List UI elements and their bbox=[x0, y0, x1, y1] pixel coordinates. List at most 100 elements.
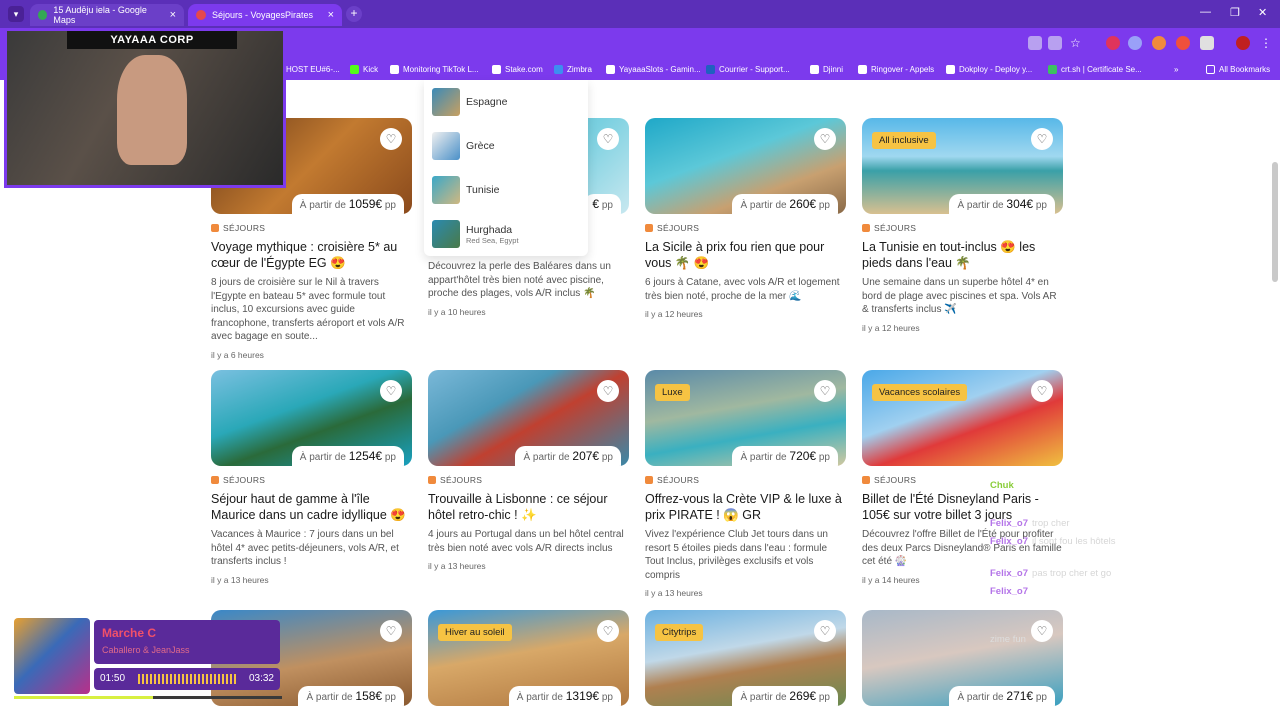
deal-description: Vacances à Maurice : 7 jours dans un bel… bbox=[211, 529, 399, 567]
chat-message: Felix_o7 il sont fou les hôtels bbox=[990, 536, 1116, 547]
deal-title[interactable]: Trouvaille à Lisbonne : ce séjour hôtel … bbox=[428, 491, 629, 523]
destination-thumbnail bbox=[432, 88, 460, 116]
puzzle-extensions-icon[interactable] bbox=[1200, 36, 1214, 50]
heart-icon[interactable]: ♡ bbox=[380, 380, 402, 402]
deal-title[interactable]: La Tunisie en tout-inclus 😍 les pieds da… bbox=[862, 239, 1063, 271]
deal-card[interactable]: Luxe ♡ À partir de 720€ pp SÉJOURS Offre… bbox=[645, 370, 846, 598]
price-tag: À partir de 271€ pp bbox=[949, 686, 1055, 706]
globe-icon bbox=[390, 65, 399, 74]
deal-time: il y a 10 heures bbox=[428, 306, 486, 317]
category-label: SÉJOURS bbox=[211, 475, 412, 485]
deal-image[interactable]: Hiver au soleil ♡ À partir de 1319€ pp bbox=[428, 610, 629, 706]
heart-icon[interactable]: ♡ bbox=[1031, 128, 1053, 150]
bookmark-item[interactable]: Zimbra bbox=[554, 65, 592, 74]
deal-image[interactable]: Citytrips ♡ À partir de 269€ pp bbox=[645, 610, 846, 706]
price-tag: À partir de 1254€ pp bbox=[291, 446, 404, 466]
deal-title[interactable]: Voyage mythique : croisière 5* au cœur d… bbox=[211, 239, 412, 271]
bookmark-item[interactable]: Stake.com bbox=[492, 65, 543, 74]
deal-card[interactable]: ♡ À partir de 260€ pp SÉJOURS La Sicile … bbox=[645, 118, 846, 319]
deal-time: il y a 13 heures bbox=[428, 561, 486, 571]
track-info: Marche C Caballero & JeanJass bbox=[94, 620, 280, 664]
tab-search-icon[interactable]: ▾ bbox=[8, 6, 24, 22]
heart-icon[interactable]: ♡ bbox=[597, 128, 619, 150]
destination-dropdown: Espagne Grèce Tunisie Hurghada Red Sea, … bbox=[424, 80, 588, 256]
deal-image[interactable]: All inclusive ♡ À partir de 304€ pp bbox=[862, 118, 1063, 214]
bookmark-item[interactable]: HOST EU#6-... bbox=[286, 65, 340, 74]
deal-card[interactable]: ♡ À partir de 207€ pp SÉJOURS Trouvaille… bbox=[428, 370, 629, 571]
maximize-icon[interactable]: ❐ bbox=[1230, 6, 1240, 19]
heart-icon[interactable]: ♡ bbox=[814, 128, 836, 150]
track-progress bbox=[14, 696, 282, 699]
tab-label: 15 Audēju iela - Google Maps bbox=[53, 5, 147, 25]
all-bookmarks-folder[interactable]: All Bookmarks bbox=[1206, 65, 1270, 74]
folder-icon bbox=[1206, 65, 1215, 74]
deal-card[interactable]: Citytrips ♡ À partir de 269€ pp bbox=[645, 610, 846, 706]
heart-icon[interactable]: ♡ bbox=[1031, 380, 1053, 402]
heart-icon[interactable]: ♡ bbox=[814, 380, 836, 402]
bookmark-item[interactable]: Djinni bbox=[810, 65, 843, 74]
category-label: SÉJOURS bbox=[645, 475, 846, 485]
bookmark-item[interactable]: Monitoring TikTok L... bbox=[390, 65, 479, 74]
bookmark-item[interactable]: Courrier - Support... bbox=[706, 65, 790, 74]
outlook-icon bbox=[706, 65, 715, 74]
deal-image[interactable]: Luxe ♡ À partir de 720€ pp bbox=[645, 370, 846, 466]
dropdown-item-grece[interactable]: Grèce bbox=[432, 132, 495, 160]
extension-icon[interactable] bbox=[1106, 36, 1120, 50]
price-tag: À partir de 158€ pp bbox=[298, 686, 404, 706]
chat-message: Felix_o7 bbox=[990, 586, 1029, 597]
deal-image[interactable]: Vacances scolaires ♡ bbox=[862, 370, 1063, 466]
tab-google-maps[interactable]: 15 Audēju iela - Google Maps × bbox=[30, 4, 184, 26]
extension-icon[interactable] bbox=[1176, 36, 1190, 50]
profile-avatar[interactable] bbox=[1236, 36, 1250, 50]
chat-message: Felix_o7 pas trop cher et go bbox=[990, 568, 1112, 579]
deal-title[interactable]: La Sicile à prix fou rien que pour vous … bbox=[645, 239, 846, 271]
cast-icon[interactable] bbox=[1048, 36, 1062, 50]
deal-image[interactable]: ♡ À partir de 1254€ pp bbox=[211, 370, 412, 466]
price-tag: À partir de 720€ pp bbox=[732, 446, 838, 466]
deal-image[interactable]: ♡ À partir de 207€ pp bbox=[428, 370, 629, 466]
bookmark-item[interactable]: YayaaaSlots - Gamin... bbox=[606, 65, 701, 74]
dropdown-item-espagne[interactable]: Espagne bbox=[432, 88, 507, 116]
bookmark-item[interactable]: Ringover - Appels bbox=[858, 65, 934, 74]
more-menu-icon[interactable]: ⋮ bbox=[1260, 36, 1274, 50]
deal-title[interactable]: Séjour haut de gamme à l'île Maurice dan… bbox=[211, 491, 412, 523]
dropdown-item-hurghada[interactable]: Hurghada Red Sea, Egypt bbox=[432, 220, 519, 248]
close-tab-icon[interactable]: × bbox=[170, 9, 176, 21]
star-bookmark-icon[interactable]: ☆ bbox=[1070, 36, 1084, 50]
scrollbar-thumb[interactable] bbox=[1272, 162, 1278, 282]
bookmark-item[interactable]: Dokploy - Deploy y... bbox=[946, 65, 1032, 74]
bookmark-item[interactable]: crt.sh | Certificate Se... bbox=[1048, 65, 1142, 74]
price-tag: À partir de 207€ pp bbox=[515, 446, 621, 466]
price-tag: € pp bbox=[584, 194, 621, 214]
heart-icon[interactable]: ♡ bbox=[597, 380, 619, 402]
translate-icon[interactable] bbox=[1028, 36, 1042, 50]
deal-badge: Citytrips bbox=[655, 624, 704, 641]
deal-time: il y a 13 heures bbox=[645, 588, 703, 598]
close-tab-icon[interactable]: × bbox=[328, 9, 334, 21]
pirate-favicon-icon bbox=[196, 10, 206, 20]
heart-icon[interactable]: ♡ bbox=[380, 128, 402, 150]
deal-description: 4 jours au Portugal dans un bel hôtel ce… bbox=[428, 529, 624, 554]
bookmark-item[interactable]: Kick bbox=[350, 65, 378, 74]
heart-icon[interactable]: ♡ bbox=[380, 620, 402, 642]
deal-card[interactable]: ♡ À partir de 1254€ pp SÉJOURS Séjour ha… bbox=[211, 370, 412, 585]
extension-icon[interactable] bbox=[1152, 36, 1166, 50]
minimize-icon[interactable]: — bbox=[1200, 6, 1211, 18]
new-tab-button[interactable]: + bbox=[346, 6, 362, 22]
deal-title[interactable]: Offrez-vous la Crète VIP & le luxe à pri… bbox=[645, 491, 846, 523]
stream-chat-overlay: Chuk Felix_o7 trop cher Felix_o7 il sont f… bbox=[990, 478, 1270, 648]
deal-image[interactable]: ♡ À partir de 260€ pp bbox=[645, 118, 846, 214]
deal-time: il y a 6 heures bbox=[211, 349, 264, 360]
streamer-silhouette bbox=[117, 55, 187, 165]
extension-icon[interactable] bbox=[1128, 36, 1142, 50]
dropdown-item-tunisie[interactable]: Tunisie bbox=[432, 176, 499, 204]
price-tag: À partir de 1319€ pp bbox=[508, 686, 621, 706]
deal-card[interactable]: All inclusive ♡ À partir de 304€ pp SÉJO… bbox=[862, 118, 1063, 333]
heart-icon[interactable]: ♡ bbox=[814, 620, 836, 642]
category-label: SÉJOURS bbox=[862, 223, 1063, 233]
close-window-icon[interactable]: ✕ bbox=[1258, 6, 1267, 19]
heart-icon[interactable]: ♡ bbox=[597, 620, 619, 642]
tab-voyagespirates[interactable]: Séjours - VoyagesPirates × bbox=[188, 4, 342, 26]
bookmarks-overflow-icon[interactable]: » bbox=[1174, 65, 1178, 74]
deal-card[interactable]: Hiver au soleil ♡ À partir de 1319€ pp bbox=[428, 610, 629, 706]
